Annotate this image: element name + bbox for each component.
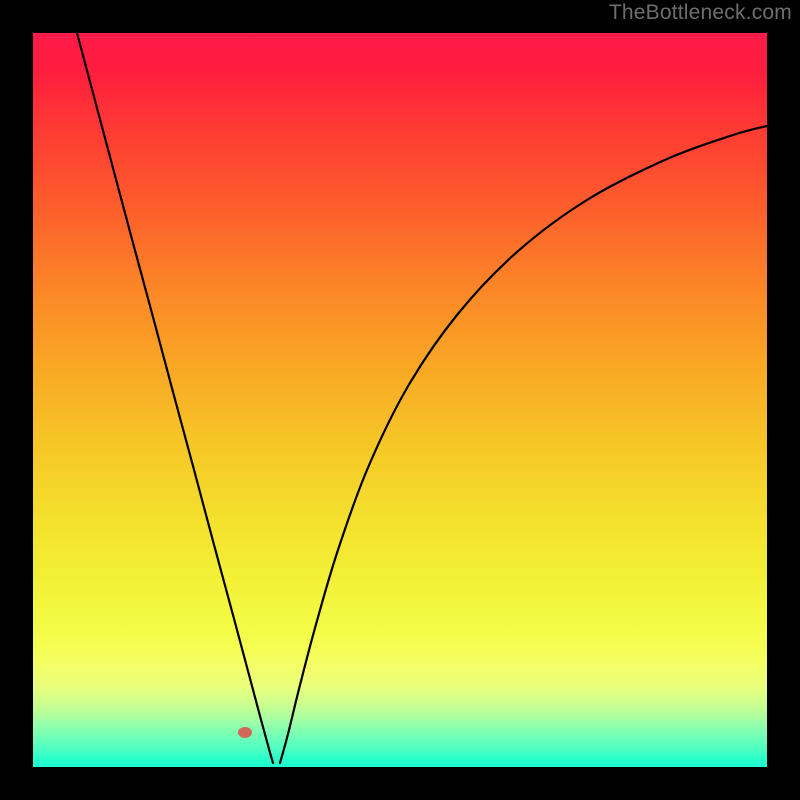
optimum-marker-icon [238,727,252,738]
curve-right-branch [280,126,767,763]
bottleneck-curve [33,33,767,767]
chart-frame: TheBottleneck.com [0,0,800,800]
curve-left-branch [77,33,273,763]
watermark-text: TheBottleneck.com [609,1,792,25]
